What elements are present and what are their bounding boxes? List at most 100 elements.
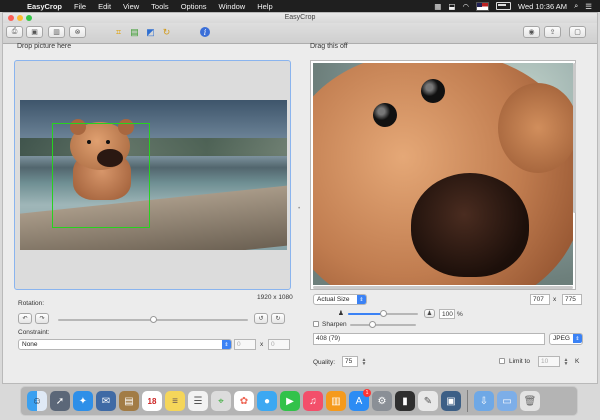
wifi-icon[interactable]: ◠ — [462, 2, 469, 11]
menu-app-name[interactable]: EasyCrop — [27, 2, 62, 11]
menubar: EasyCrop File Edit View Tools Options Wi… — [0, 0, 600, 12]
info-icon[interactable]: i — [200, 27, 210, 37]
rotate-ccw-button[interactable]: ↺ — [254, 313, 268, 324]
app-store-icon[interactable]: A1 — [349, 389, 371, 411]
menu-file[interactable]: File — [74, 2, 86, 11]
terminal-icon[interactable]: ▮ — [395, 391, 415, 411]
notes-icon[interactable]: ≡ — [165, 391, 185, 411]
battery-icon[interactable] — [496, 2, 511, 10]
rotation-slider-knob[interactable] — [150, 316, 157, 323]
share-icon: ⇪ — [549, 29, 556, 36]
trash-button[interactable]: ▥ — [48, 26, 65, 38]
grid-icon[interactable]: ▦ — [434, 2, 441, 11]
constraint-height-field[interactable]: 0 — [268, 339, 290, 350]
preview-button[interactable]: ◉ — [523, 26, 540, 38]
documents-stack-icon[interactable]: ▭ — [497, 391, 517, 411]
launchpad-icon[interactable]: ➚ — [50, 391, 70, 411]
scale-slider-knob[interactable] — [380, 310, 387, 317]
cropped-image[interactable] — [313, 63, 573, 285]
sharpen-slider[interactable] — [350, 324, 416, 326]
rotate-left-button[interactable]: ↶ — [18, 313, 32, 324]
maps-icon[interactable]: ⌖ — [211, 391, 231, 411]
menu-tools[interactable]: Tools — [151, 2, 169, 11]
safari-icon[interactable]: ✦ — [73, 391, 93, 411]
quality-field[interactable]: 75 — [342, 356, 358, 367]
cast-icon[interactable]: ⬓ — [448, 2, 455, 11]
clear-button[interactable]: ⊗ — [69, 26, 86, 38]
scale-small-icon: ♟ — [338, 310, 344, 317]
crop-selection[interactable] — [52, 123, 150, 228]
menu-list-icon[interactable]: ☰ — [585, 2, 592, 11]
rotate-icon[interactable]: ↻ — [161, 27, 172, 38]
trash-dock-icon[interactable]: 🗑 — [520, 391, 540, 411]
finder-icon[interactable]: ☺ — [27, 391, 47, 411]
save-button[interactable]: ▣ — [26, 26, 43, 38]
divider-handle-icon[interactable]: • — [298, 205, 300, 212]
menu-edit[interactable]: Edit — [98, 2, 111, 11]
calendar-icon[interactable]: 18 — [142, 391, 162, 411]
constraint-label: Constraint: — [18, 329, 50, 336]
share-button[interactable]: ⇪ — [544, 26, 561, 38]
rotate-cw-button[interactable]: ↻ — [271, 313, 285, 324]
bear-eye-left — [373, 103, 397, 127]
scale-slider-fill — [348, 313, 384, 315]
scale-percent-field[interactable]: 100 — [439, 309, 455, 319]
trash-icon: ▥ — [53, 29, 60, 36]
horizontal-scrollbar[interactable] — [313, 286, 573, 289]
export-button[interactable]: ▢ — [569, 26, 586, 38]
rotate-left-icon: ↶ — [22, 316, 28, 322]
input-source-flag-icon[interactable] — [476, 1, 489, 11]
source-image[interactable] — [20, 100, 287, 250]
rotate-fine-icon: ↷ — [39, 316, 45, 322]
crop-icon[interactable]: ⌗ — [113, 27, 124, 38]
dock: ☺ ➚ ✦ ✉ ▤ 18 ≡ ☰ ⌖ ✿ ● ▶ ♫ ▥ A1 ⚙ ▮ ✎ ▣ … — [20, 386, 578, 416]
output-height-field[interactable]: 775 — [562, 294, 582, 305]
system-preferences-icon[interactable]: ⚙ — [372, 391, 392, 411]
menu-view[interactable]: View — [123, 2, 139, 11]
facetime-icon[interactable]: ▶ — [280, 391, 300, 411]
image-dimensions: 1920 x 1080 — [257, 294, 293, 301]
easycrop-dock-icon[interactable]: ▣ — [441, 391, 461, 411]
reminders-icon[interactable]: ☰ — [188, 391, 208, 411]
rotation-label: Rotation: — [18, 300, 45, 307]
limit-unit: K — [575, 358, 580, 365]
bear-eye-right — [421, 79, 445, 103]
menubar-clock[interactable]: Wed 10:36 AM — [518, 2, 567, 11]
drag-heading: Drag this off — [310, 43, 348, 50]
vertical-scrollbar[interactable] — [573, 63, 576, 213]
quality-label: Quality: — [313, 359, 336, 366]
scale-large-icon[interactable]: ♟ — [424, 309, 435, 318]
sharpen-slider-knob[interactable] — [369, 321, 376, 328]
search-icon[interactable]: ⌕ — [574, 1, 578, 11]
limit-stepper[interactable]: ▲ ▼ — [563, 356, 569, 367]
zoom-select[interactable]: Actual Size ⇕ — [313, 294, 367, 305]
menu-help[interactable]: Help — [257, 2, 272, 11]
sharpen-checkbox[interactable] — [313, 321, 319, 327]
menu-window[interactable]: Window — [219, 2, 246, 11]
music-icon[interactable]: ♫ — [303, 391, 323, 411]
limit-checkbox[interactable] — [499, 358, 505, 364]
downloads-folder-icon[interactable]: ⇩ — [474, 391, 494, 411]
limit-label: Limit to — [509, 358, 530, 365]
constraint-value: None — [22, 341, 38, 348]
books-icon[interactable]: ▥ — [326, 391, 346, 411]
scale-percent-sign: % — [457, 311, 463, 318]
output-width-field[interactable]: 707 — [530, 294, 550, 305]
rotate-right-fine-button[interactable]: ↷ — [35, 313, 49, 324]
contacts-icon[interactable]: ▤ — [119, 391, 139, 411]
limit-field[interactable]: 10 — [538, 356, 560, 367]
constraint-width-field[interactable]: 0 — [234, 339, 256, 350]
quality-stepper[interactable]: ▲ ▼ — [361, 356, 367, 367]
layers-icon[interactable]: ◩ — [145, 27, 156, 38]
resize-icon[interactable]: ▤ — [129, 27, 140, 38]
constraint-x-label: x — [260, 341, 264, 348]
messages-icon[interactable]: ● — [257, 391, 277, 411]
size-x-label: x — [553, 296, 557, 303]
open-button[interactable]: ⎙ — [6, 26, 23, 38]
mail-icon[interactable]: ✉ — [96, 391, 116, 411]
constraint-select[interactable]: None ⇕ — [18, 339, 232, 350]
script-editor-icon[interactable]: ✎ — [418, 391, 438, 411]
photos-icon[interactable]: ✿ — [234, 391, 254, 411]
menu-options[interactable]: Options — [181, 2, 207, 11]
format-select[interactable]: JPEG ⇕ — [549, 333, 583, 345]
